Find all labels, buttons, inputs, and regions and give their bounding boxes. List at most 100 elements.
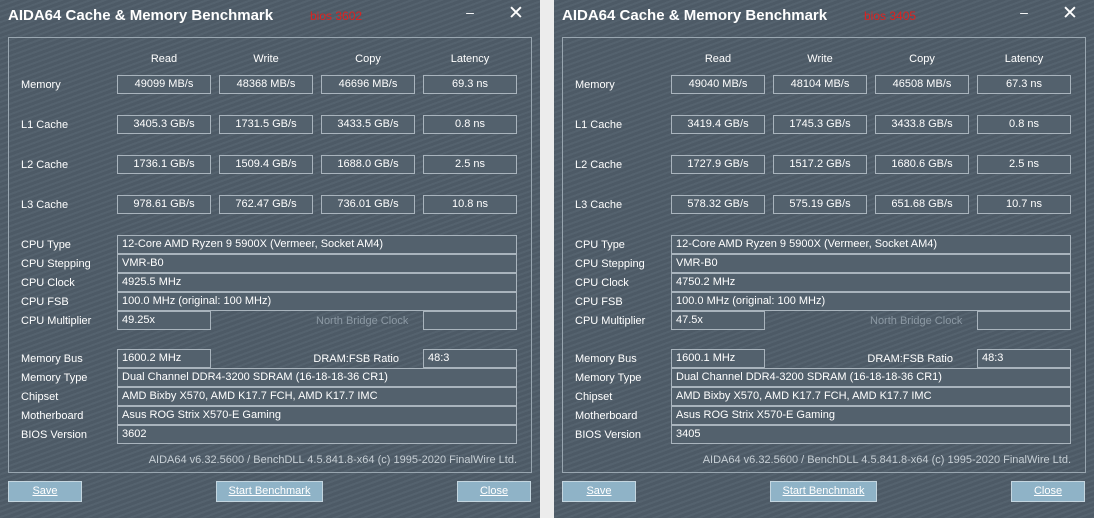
l3-write-value: 762.47 GB/s <box>219 195 313 214</box>
dram-fsb-ratio-label: DRAM:FSB Ratio <box>313 353 399 365</box>
motherboard-value: Asus ROG Strix X570-E Gaming <box>117 406 517 425</box>
cpu-clock-value: 4925.5 MHz <box>117 273 517 292</box>
dram-fsb-ratio-label: DRAM:FSB Ratio <box>867 353 953 365</box>
close-button[interactable]: Close <box>457 481 531 502</box>
l2-latency-value: 2.5 ns <box>423 155 517 174</box>
l1-read-value: 3405.3 GB/s <box>117 115 211 134</box>
l1-read-value: 3419.4 GB/s <box>671 115 765 134</box>
cpu-multiplier-label: CPU Multiplier <box>575 315 646 327</box>
north-bridge-clock-value <box>423 311 517 330</box>
save-button[interactable]: Save <box>8 481 82 502</box>
cpu-fsb-label: CPU FSB <box>575 296 623 308</box>
cpu-multiplier-value: 49.25x <box>117 311 211 330</box>
close-button[interactable]: Close <box>1011 481 1085 502</box>
cpu-stepping-label: CPU Stepping <box>575 258 645 270</box>
l2-copy-value: 1688.0 GB/s <box>321 155 415 174</box>
north-bridge-clock-value <box>977 311 1071 330</box>
l1-latency-value: 0.8 ns <box>977 115 1071 134</box>
row-label-memory: Memory <box>575 79 615 91</box>
chipset-label: Chipset <box>21 391 59 403</box>
cpu-fsb-label: CPU FSB <box>21 296 69 308</box>
l2-read-value: 1736.1 GB/s <box>117 155 211 174</box>
bios-version-label: BIOS Version <box>21 429 88 441</box>
cpu-stepping-value: VMR-B0 <box>671 254 1071 273</box>
memory-write-value: 48368 MB/s <box>219 75 313 94</box>
minimize-icon[interactable]: – <box>1011 4 1037 26</box>
window-title: AIDA64 Cache & Memory Benchmark <box>562 7 828 24</box>
results-panel: Read Write Copy Latency Memory 49040 MB/… <box>562 37 1086 473</box>
cpu-clock-value: 4750.2 MHz <box>671 273 1071 292</box>
copyright-footer: AIDA64 v6.32.5600 / BenchDLL 4.5.841.8-x… <box>148 454 517 466</box>
copyright-footer: AIDA64 v6.32.5600 / BenchDLL 4.5.841.8-x… <box>702 454 1071 466</box>
cpu-type-value: 12-Core AMD Ryzen 9 5900X (Vermeer, Sock… <box>671 235 1071 254</box>
l2-write-value: 1517.2 GB/s <box>773 155 867 174</box>
cpu-multiplier-label: CPU Multiplier <box>21 315 92 327</box>
row-label-l2-cache: L2 Cache <box>575 159 623 171</box>
bios-annotation: bios 3602 <box>310 9 363 23</box>
bios-annotation: bios 3405 <box>864 9 917 23</box>
bios-version-value: 3602 <box>117 425 517 444</box>
results-panel: Read Write Copy Latency Memory 49099 MB/… <box>8 37 532 473</box>
motherboard-label: Motherboard <box>21 410 84 422</box>
column-header-latency: Latency <box>1004 53 1044 65</box>
l1-copy-value: 3433.8 GB/s <box>875 115 969 134</box>
motherboard-value: Asus ROG Strix X570-E Gaming <box>671 406 1071 425</box>
cpu-stepping-value: VMR-B0 <box>117 254 517 273</box>
column-header-latency: Latency <box>450 53 490 65</box>
row-label-l1-cache: L1 Cache <box>575 119 623 131</box>
memory-read-value: 49040 MB/s <box>671 75 765 94</box>
l3-write-value: 575.19 GB/s <box>773 195 867 214</box>
cpu-multiplier-value: 47.5x <box>671 311 765 330</box>
close-icon[interactable]: ✕ <box>503 4 529 26</box>
memory-type-label: Memory Type <box>575 372 642 384</box>
chipset-label: Chipset <box>575 391 613 403</box>
column-header-write: Write <box>253 53 279 65</box>
dram-fsb-ratio-value: 48:3 <box>423 349 517 368</box>
l1-write-value: 1731.5 GB/s <box>219 115 313 134</box>
cpu-type-label: CPU Type <box>21 239 71 251</box>
row-label-memory: Memory <box>21 79 61 91</box>
cpu-fsb-value: 100.0 MHz (original: 100 MHz) <box>117 292 517 311</box>
memory-bus-value: 1600.2 MHz <box>117 349 211 368</box>
column-header-copy: Copy <box>909 53 935 65</box>
memory-bus-label: Memory Bus <box>21 353 83 365</box>
close-icon[interactable]: ✕ <box>1057 4 1083 26</box>
minimize-icon[interactable]: – <box>457 4 483 26</box>
memory-type-value: Dual Channel DDR4-3200 SDRAM (16-18-18-3… <box>117 368 517 387</box>
benchmark-window-right: AIDA64 Cache & Memory Benchmark bios 340… <box>554 0 1094 518</box>
memory-bus-label: Memory Bus <box>575 353 637 365</box>
memory-bus-value: 1600.1 MHz <box>671 349 765 368</box>
l3-read-value: 578.32 GB/s <box>671 195 765 214</box>
benchmark-window-left: AIDA64 Cache & Memory Benchmark bios 360… <box>0 0 540 518</box>
start-benchmark-button[interactable]: Start Benchmark <box>770 481 877 502</box>
l3-latency-value: 10.7 ns <box>977 195 1071 214</box>
column-header-read: Read <box>150 53 178 65</box>
row-label-l3-cache: L3 Cache <box>21 199 69 211</box>
l3-latency-value: 10.8 ns <box>423 195 517 214</box>
memory-type-label: Memory Type <box>21 372 88 384</box>
l2-write-value: 1509.4 GB/s <box>219 155 313 174</box>
dram-fsb-ratio-value: 48:3 <box>977 349 1071 368</box>
l3-copy-value: 736.01 GB/s <box>321 195 415 214</box>
l1-copy-value: 3433.5 GB/s <box>321 115 415 134</box>
row-label-l2-cache: L2 Cache <box>21 159 69 171</box>
memory-latency-value: 67.3 ns <box>977 75 1071 94</box>
l2-latency-value: 2.5 ns <box>977 155 1071 174</box>
start-benchmark-button[interactable]: Start Benchmark <box>216 481 323 502</box>
cpu-type-label: CPU Type <box>575 239 625 251</box>
memory-copy-value: 46508 MB/s <box>875 75 969 94</box>
cpu-clock-label: CPU Clock <box>21 277 75 289</box>
column-header-copy: Copy <box>355 53 381 65</box>
l3-read-value: 978.61 GB/s <box>117 195 211 214</box>
bios-version-label: BIOS Version <box>575 429 642 441</box>
row-label-l3-cache: L3 Cache <box>575 199 623 211</box>
l2-read-value: 1727.9 GB/s <box>671 155 765 174</box>
l1-write-value: 1745.3 GB/s <box>773 115 867 134</box>
memory-latency-value: 69.3 ns <box>423 75 517 94</box>
cpu-fsb-value: 100.0 MHz (original: 100 MHz) <box>671 292 1071 311</box>
cpu-stepping-label: CPU Stepping <box>21 258 91 270</box>
column-header-read: Read <box>704 53 732 65</box>
chipset-value: AMD Bixby X570, AMD K17.7 FCH, AMD K17.7… <box>117 387 517 406</box>
memory-write-value: 48104 MB/s <box>773 75 867 94</box>
save-button[interactable]: Save <box>562 481 636 502</box>
